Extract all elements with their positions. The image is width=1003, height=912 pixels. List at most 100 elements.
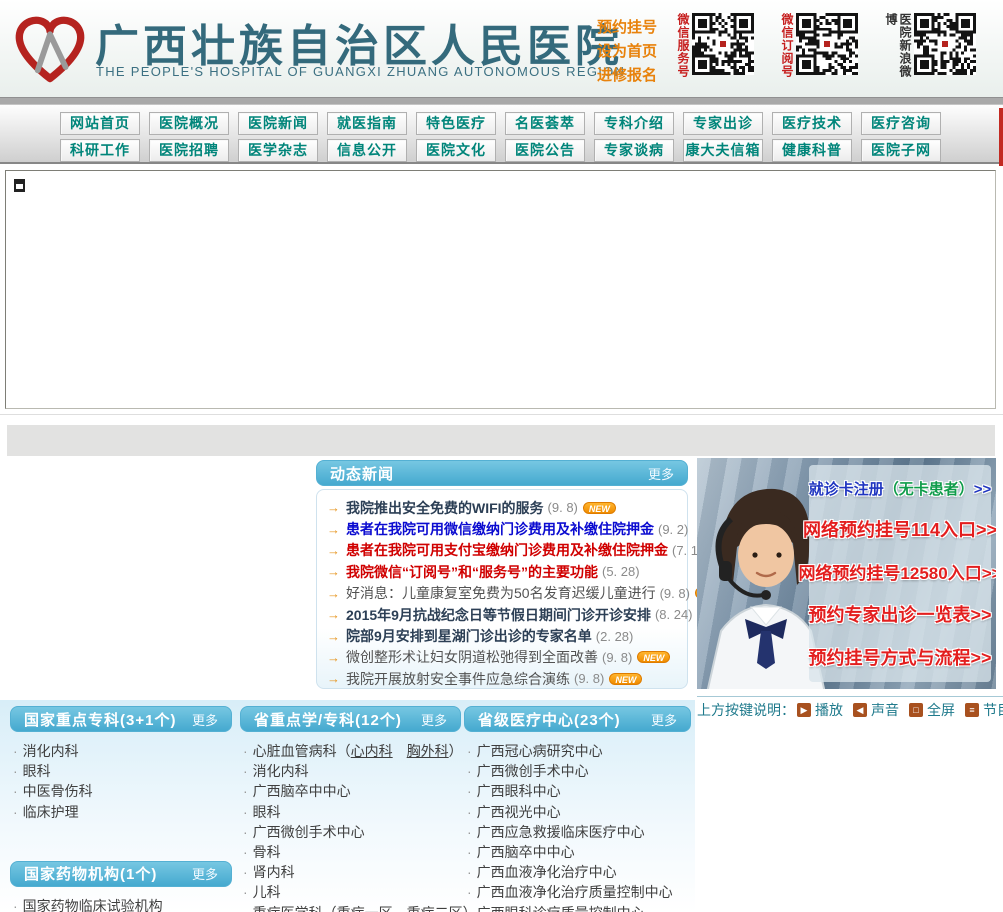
player-help-item: ≡ 节目	[965, 700, 1003, 720]
news-item[interactable]: → 我院开展放射安全事件应急综合演练 (9. 8) NEW	[317, 668, 687, 689]
news-item-title: 2015年9月抗战纪念日等节假日期间门诊开诊安排	[346, 606, 651, 623]
news-item[interactable]: → 我院微信“订阅号”和“服务号”的主要功能 (5. 28)	[317, 561, 687, 582]
specialty-item[interactable]: · 广西视光中心	[464, 802, 691, 822]
specialty-item[interactable]: · 儿科	[240, 882, 461, 902]
specialty-item-label: 消化内科	[252, 763, 309, 780]
nav-button[interactable]: 专家谈病	[594, 139, 674, 162]
specialty-item[interactable]: · 广西脑卒中中心	[240, 781, 461, 801]
specialty-more-link[interactable]: 更多	[192, 710, 218, 729]
news-item[interactable]: →好消息：儿童康复室免费为50名发育迟缓儿童进行(9. 8)NEW	[317, 583, 728, 604]
dot-bullet-icon: ·	[467, 823, 472, 840]
qr-group: 微信服务号	[676, 13, 754, 79]
qr-label: 微信订阅号	[780, 13, 794, 78]
specialty-item-label: 广西眼科诊疗质量控制中心	[477, 905, 645, 912]
nav-button[interactable]: 医院文化	[416, 139, 496, 162]
arrow-bullet-icon: →	[327, 585, 340, 601]
specialty-item[interactable]: · 广西血液净化治疗中心	[464, 862, 691, 882]
nav-button[interactable]: 专家出诊	[683, 112, 763, 135]
arrow-bullet-icon: →	[327, 521, 340, 537]
specialty-item[interactable]: · 广西微创手术中心	[464, 761, 691, 781]
specialty-block: 省级医疗中心(23个) 更多 · 广西冠心病研究中心 · 广西微创手术中心 · 广西眼科中心 ·…	[464, 706, 691, 912]
quick-link[interactable]: 设为首页	[597, 40, 675, 64]
nav-row-2: 科研工作 医院招聘 医学杂志 信息公开 医院文化 医院公告 专家谈病 康大夫信箱 健康科普 医院子…	[60, 139, 980, 162]
specialty-more-link[interactable]: 更多	[421, 710, 447, 729]
promo-link[interactable]: 预约挂号方式与流程>>	[808, 644, 991, 670]
specialty-more-link[interactable]: 更多	[651, 710, 677, 729]
nav-button[interactable]: 医学杂志	[238, 139, 318, 162]
nav-button[interactable]: 医疗技术	[772, 112, 852, 135]
specialty-item[interactable]: · 广西眼科中心	[464, 781, 691, 801]
specialty-sub-link[interactable]: 心内科	[351, 743, 393, 759]
promo-link-text: （无卡患者）	[883, 480, 974, 498]
specialty-item[interactable]: · 骨科	[240, 842, 461, 862]
nav-button[interactable]: 网站首页	[60, 112, 140, 135]
news-item-title: 患者在我院可用微信缴纳门诊费用及补缴住院押金	[346, 521, 654, 538]
nav-button[interactable]: 健康科普	[772, 139, 852, 162]
promo-link[interactable]: 就诊卡注册（无卡患者）>>	[809, 478, 992, 499]
news-item[interactable]: → 患者在我院可用支付宝缴纳门诊费用及补缴住院押金 (7. 13)	[317, 540, 710, 561]
specialty-item[interactable]: · 国家药物临床试验机构	[10, 896, 232, 912]
nav-button[interactable]: 科研工作	[60, 139, 140, 162]
nav-button[interactable]: 医疗咨询	[861, 112, 941, 135]
specialty-sub-link[interactable]: 胸外科	[407, 743, 449, 759]
nav-button[interactable]: 医院概况	[149, 112, 229, 135]
player-help-item-label: 全屏	[927, 701, 955, 718]
play-icon: ▶	[797, 702, 811, 717]
media-player-placeholder[interactable]	[5, 170, 996, 409]
news-more-link[interactable]: 更多	[648, 464, 674, 483]
quick-link[interactable]: 进修报名	[597, 64, 675, 88]
news-item[interactable]: → 微创整形术让妇女阴道松弛得到全面改善 (9. 8) NEW	[317, 647, 687, 668]
nav-button[interactable]: 医院招聘	[149, 139, 229, 162]
nav-button[interactable]: 信息公开	[327, 139, 407, 162]
hospital-logo[interactable]	[8, 8, 92, 90]
specialty-item[interactable]: · 消化内科	[10, 741, 232, 761]
specialty-more-link[interactable]: 更多	[192, 864, 218, 883]
specialty-item[interactable]: · 肾内科	[240, 862, 461, 882]
specialty-item[interactable]: · 眼科	[240, 802, 461, 822]
dot-bullet-icon: ·	[13, 783, 18, 800]
nav-button[interactable]: 特色医疗	[416, 112, 496, 135]
arrow-bullet-icon: →	[327, 628, 340, 644]
nav-button[interactable]: 医院公告	[505, 139, 585, 162]
specialty-item[interactable]: ·重症医学科（重症一区 重症二区）	[240, 903, 477, 912]
quick-link[interactable]: 预约挂号	[597, 16, 675, 40]
specialty-item[interactable]: · 眼科	[10, 761, 232, 781]
dot-bullet-icon: ·	[467, 844, 472, 861]
specialty-item[interactable]: · 消化内科	[240, 761, 461, 781]
specialty-item[interactable]: · 广西血液净化治疗质量控制中心	[464, 882, 691, 902]
player-help-item-label: 声音	[871, 701, 899, 718]
nav-button[interactable]: 专科介绍	[594, 112, 674, 135]
specialty-item[interactable]: · 广西冠心病研究中心	[464, 741, 691, 761]
arrow-bullet-icon: →	[327, 671, 340, 687]
news-item[interactable]: → 2015年9月抗战纪念日等节假日期间门诊开诊安排 (8. 24)	[317, 604, 693, 625]
nav-button[interactable]: 医院子网	[861, 139, 941, 162]
specialty-item[interactable]: · 广西微创手术中心	[240, 822, 461, 842]
nav-row-1: 网站首页 医院概况 医院新闻 就医指南 特色医疗 名医荟萃 专科介绍 专家出诊 医疗技术 医疗咨询	[60, 112, 980, 135]
news-header: 动态新闻 更多	[316, 460, 688, 486]
program-icon: ≡	[965, 702, 979, 717]
specialty-item[interactable]: · 中医骨伤科	[10, 781, 232, 801]
nav-button[interactable]: 康大夫信箱	[683, 139, 763, 162]
news-item-date: (2. 28)	[595, 628, 634, 644]
news-item-title: 患者在我院可用支付宝缴纳门诊费用及补缴住院押金	[346, 542, 668, 559]
specialty-block-title: 省级医疗中心(23个)	[478, 711, 621, 729]
nav-button[interactable]: 医院新闻	[238, 112, 318, 135]
specialty-item-label: 眼科	[22, 763, 51, 780]
fullscreen-icon: □	[909, 702, 923, 717]
nav-button[interactable]: 就医指南	[327, 112, 407, 135]
specialty-item[interactable]: · 心脏血管病科（心内科 胸外科）	[240, 741, 463, 761]
specialty-item[interactable]: · 广西脑卒中中心	[464, 842, 691, 862]
promo-link[interactable]: 网络预约挂号114入口>>	[803, 516, 996, 542]
specialty-item[interactable]: · 广西眼科诊疗质量控制中心	[464, 903, 691, 912]
news-item-date: (9. 8)	[602, 649, 633, 665]
nav-button[interactable]: 名医荟萃	[505, 112, 585, 135]
promo-link[interactable]: 预约专家出诊一览表>>	[808, 601, 991, 627]
promo-link[interactable]: 网络预约挂号12580入口>>	[798, 559, 996, 584]
news-item[interactable]: → 我院推出安全免费的WIFI的服务 (9. 8) NEW	[317, 497, 687, 518]
news-item[interactable]: → 院部9月安排到星湖门诊出诊的专家名单 (2. 28)	[317, 625, 687, 646]
specialty-item-label: 骨科	[252, 844, 281, 861]
specialty-item[interactable]: · 广西应急救援临床医疗中心	[464, 822, 691, 842]
news-item[interactable]: → 患者在我院可用微信缴纳门诊费用及补缴住院押金 (9. 2)	[317, 518, 688, 539]
dot-bullet-icon: ·	[467, 783, 472, 800]
specialty-item[interactable]: · 临床护理	[10, 802, 232, 822]
